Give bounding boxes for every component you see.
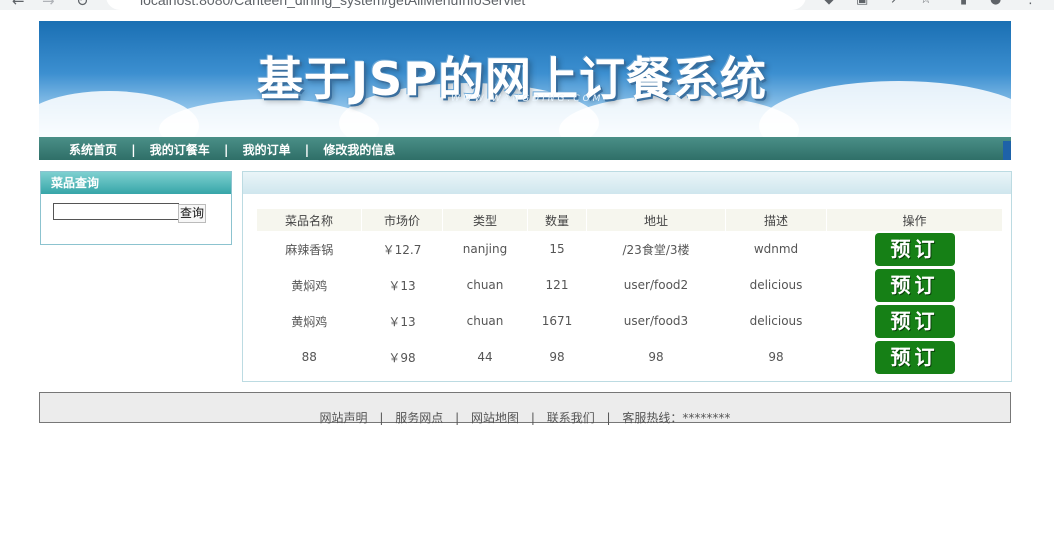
cell-name: 麻辣香锅 xyxy=(285,242,334,257)
cell-action: 预订 xyxy=(827,339,1003,375)
footer-separator: | xyxy=(606,411,611,425)
nav-separator: | xyxy=(304,143,310,157)
cell-quantity: 1671 xyxy=(541,314,573,328)
cell-address: /23食堂/3楼 xyxy=(622,242,690,257)
dish-search-input[interactable] xyxy=(53,203,179,220)
browser-menu-icon[interactable]: ⋮ xyxy=(1024,0,1037,7)
cell-type: chuan xyxy=(466,314,504,328)
table-row: 黄焖鸡 ￥13 chuan 121 user/food2 delicious 预… xyxy=(257,267,1003,303)
col-header-address: 地址 xyxy=(586,209,726,231)
cell-price: ￥98 xyxy=(388,350,416,365)
site-footer: 网站声明 | 服务网点 | 网站地图 | 联系我们 | 客服热线：*******… xyxy=(39,392,1011,425)
cell-quantity: 15 xyxy=(549,242,565,256)
cell-description: delicious xyxy=(749,314,803,328)
site-subtitle: WWW.WANGDING.COM xyxy=(451,94,604,104)
cell-quantity: 121 xyxy=(545,278,569,292)
order-button[interactable]: 预订 xyxy=(874,232,955,266)
footer-link-service-points[interactable]: 服务网点 xyxy=(395,411,443,425)
dish-search-button[interactable]: 查询 xyxy=(178,204,207,223)
cell-price: ￥12.7 xyxy=(382,242,422,257)
main-nav: 系统首页 | 我的订餐车 | 我的订单 | 修改我的信息 xyxy=(39,137,1011,160)
order-button[interactable]: 预订 xyxy=(874,268,955,302)
site-banner: 基于JSP的网上订餐系统 WWW.WANGDING.COM xyxy=(39,21,1011,137)
share-icon[interactable]: ↗ xyxy=(890,0,901,7)
cell-description: 98 xyxy=(768,350,784,364)
banner-cloud xyxy=(759,81,1011,137)
footer-separator: | xyxy=(455,411,460,425)
col-header-quantity: 数量 xyxy=(527,209,587,231)
reload-icon[interactable]: ↻ xyxy=(76,0,89,10)
translate-icon[interactable]: ▣ xyxy=(856,0,868,7)
menu-table-header-row: 菜品名称 市场价 类型 数量 地址 描述 操作 xyxy=(257,209,1003,231)
nav-my-cart[interactable]: 我的订餐车 xyxy=(150,143,210,157)
cell-address: user/food2 xyxy=(623,278,689,292)
nav-home[interactable]: 系统首页 xyxy=(69,143,117,157)
cell-name: 黄焖鸡 xyxy=(291,314,328,329)
cell-type: chuan xyxy=(466,278,504,292)
order-button[interactable]: 预订 xyxy=(874,304,955,338)
col-header-description: 描述 xyxy=(725,209,827,231)
cell-action: 预订 xyxy=(827,267,1003,303)
footer-separator: | xyxy=(379,411,384,425)
forward-arrow-icon[interactable]: → xyxy=(42,0,55,10)
browser-toolbar: ← → ↻ localhost:8080/Canteen_dining_syst… xyxy=(0,0,1054,10)
footer-separator: | xyxy=(530,411,535,425)
bookmark-star-icon[interactable]: ☆ xyxy=(920,0,932,7)
table-row: 黄焖鸡 ￥13 chuan 1671 user/food3 delicious … xyxy=(257,303,1003,339)
cell-description: wdnmd xyxy=(753,242,799,256)
footer-link-sitemap[interactable]: 网站地图 xyxy=(471,411,519,425)
side-panel-icon[interactable]: ▮ xyxy=(960,0,967,7)
col-header-name: 菜品名称 xyxy=(257,209,362,231)
profile-avatar-icon[interactable]: ● xyxy=(990,0,1001,7)
order-button[interactable]: 预订 xyxy=(874,340,955,374)
nav-separator: | xyxy=(223,143,229,157)
cell-action: 预订 xyxy=(827,231,1003,267)
cell-description: delicious xyxy=(749,278,803,292)
menu-list-panel: 菜品名称 市场价 类型 数量 地址 描述 操作 麻辣香锅 ￥12.7 nanji… xyxy=(242,171,1012,382)
footer-hotline: 客服热线：******** xyxy=(622,411,731,425)
nav-edit-profile[interactable]: 修改我的信息 xyxy=(323,143,395,157)
table-row: 88 ￥98 44 98 98 98 预订 xyxy=(257,339,1003,375)
cell-name: 黄焖鸡 xyxy=(291,278,328,293)
cell-price: ￥13 xyxy=(388,278,416,293)
col-header-action: 操作 xyxy=(826,209,1003,231)
dish-search-panel: 菜品查询 查询 xyxy=(40,171,232,245)
cell-address: user/food3 xyxy=(623,314,689,328)
cell-action: 预订 xyxy=(827,303,1003,339)
col-header-price: 市场价 xyxy=(361,209,443,231)
cell-type: nanjing xyxy=(462,242,508,256)
footer-link-statement[interactable]: 网站声明 xyxy=(320,411,368,425)
col-header-type: 类型 xyxy=(442,209,528,231)
nav-my-orders[interactable]: 我的订单 xyxy=(243,143,291,157)
extension-icon[interactable]: ◆ xyxy=(824,0,834,7)
cell-type: 44 xyxy=(477,350,493,364)
menu-table: 菜品名称 市场价 类型 数量 地址 描述 操作 麻辣香锅 ￥12.7 nanji… xyxy=(257,209,1003,375)
nav-separator: | xyxy=(131,143,136,157)
back-arrow-icon[interactable]: ← xyxy=(12,0,25,10)
cell-address: 98 xyxy=(648,350,664,364)
table-row: 麻辣香锅 ￥12.7 nanjing 15 /23食堂/3楼 wdnmd 预订 xyxy=(257,231,1003,267)
dish-search-title: 菜品查询 xyxy=(41,172,231,194)
cell-quantity: 98 xyxy=(549,350,565,364)
menu-list-header-bar xyxy=(243,172,1011,194)
cell-price: ￥13 xyxy=(388,314,416,329)
nav-edge-accent xyxy=(1003,141,1011,160)
cell-name: 88 xyxy=(301,350,317,364)
address-bar-url: localhost:8080/Canteen_dining_system/get… xyxy=(140,0,526,8)
footer-link-contact[interactable]: 联系我们 xyxy=(547,411,595,425)
